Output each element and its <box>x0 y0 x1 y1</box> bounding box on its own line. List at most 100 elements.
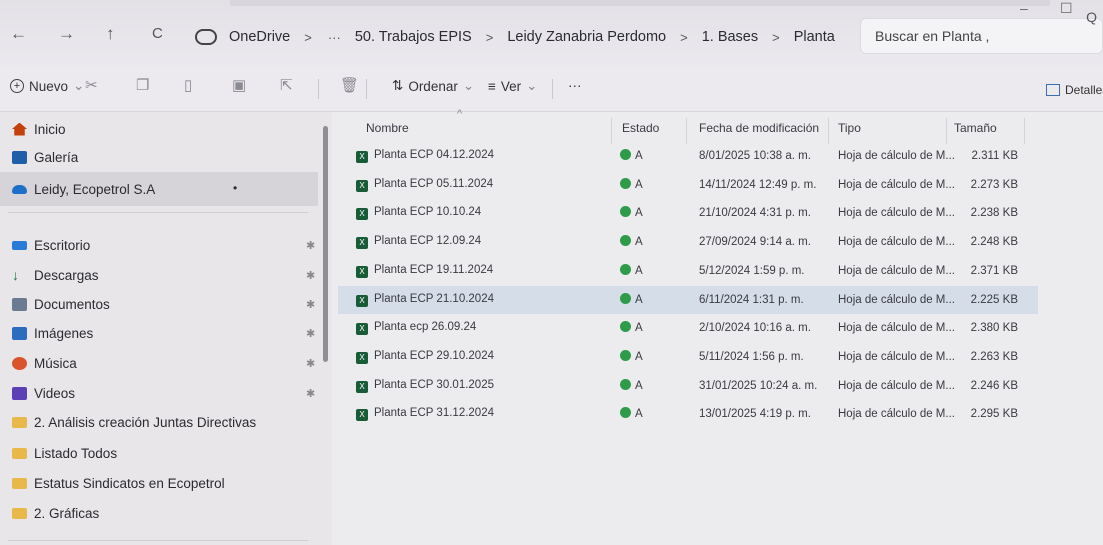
file-name-cell[interactable]: X Planta ecp 26.09.24 <box>356 321 476 335</box>
sidebar-folder-listado-todos[interactable]: Listado Todos <box>12 440 117 466</box>
chevron-down-icon: ⌄ <box>462 78 475 93</box>
table-row[interactable]: X Planta ECP 21.10.2024 A 6/11/2024 1:31 p.… <box>338 286 1038 314</box>
excel-file-icon: X <box>356 409 368 421</box>
sidebar-item-inicio[interactable]: Inicio <box>12 116 66 142</box>
forward-button[interactable]: → <box>58 24 75 44</box>
table-row[interactable]: X Planta ECP 19.11.2024 A 5/12/2024 1:59 p.… <box>338 257 1038 285</box>
sidebar-scrollbar[interactable] <box>323 126 328 362</box>
column-header-name[interactable]: Nombre <box>366 121 409 135</box>
file-name-cell[interactable]: X Planta ECP 19.11.2024 <box>356 264 493 278</box>
breadcrumb-separator[interactable]: > <box>764 30 788 45</box>
breadcrumb-separator[interactable]: > <box>296 30 320 45</box>
share-icon[interactable]: ⇱ <box>280 76 293 94</box>
excel-file-icon: X <box>356 151 368 163</box>
table-row[interactable]: X Planta ECP 05.11.2024 A 14/11/2024 12:49 … <box>338 171 1038 199</box>
paste-icon[interactable]: ▯ <box>184 76 192 94</box>
rename-icon[interactable]: ▣ <box>232 76 246 94</box>
column-header-modified[interactable]: Fecha de modificación <box>699 121 819 135</box>
back-button[interactable]: ← <box>10 24 27 44</box>
sort-button[interactable]: ⇅ Ordenar ⌄ <box>392 78 474 94</box>
excel-file-icon: X <box>356 266 368 278</box>
sidebar-item-escritorio[interactable]: Escritorio <box>12 232 90 258</box>
sidebar-item-imagenes[interactable]: Imágenes <box>12 320 93 346</box>
search-input[interactable]: Buscar en Planta , <box>860 18 1103 54</box>
file-name: Planta ECP 21.10.2024 <box>374 293 494 305</box>
sidebar-item-documentos[interactable]: Documentos <box>12 291 110 317</box>
column-header-size[interactable]: Tamaño <box>954 121 997 135</box>
file-name-cell[interactable]: X Planta ECP 04.12.2024 <box>356 149 494 163</box>
file-name-cell[interactable]: X Planta ECP 05.11.2024 <box>356 178 493 192</box>
sidebar-folder-analisis-juntas[interactable]: 2. Análisis creación Juntas Directivas <box>12 409 256 435</box>
pin-icon[interactable]: ✱ <box>306 298 315 311</box>
file-name-cell[interactable]: X Planta ECP 31.12.2024 <box>356 407 494 421</box>
new-button[interactable]: + Nuevo ⌄ <box>10 78 84 94</box>
breadcrumb-overflow-button[interactable]: ··· <box>320 30 349 45</box>
breadcrumb-separator[interactable]: > <box>672 30 696 45</box>
sidebar-item-galeria[interactable]: Galería <box>12 144 78 170</box>
window-titlebar <box>230 0 1050 6</box>
pin-icon[interactable]: ✱ <box>306 387 315 400</box>
file-name-cell[interactable]: X Planta ECP 21.10.2024 <box>356 293 494 307</box>
pin-icon[interactable]: ✱ <box>306 239 315 252</box>
copy-icon[interactable]: ❐ <box>136 76 149 94</box>
column-divider[interactable] <box>686 118 687 144</box>
column-divider[interactable] <box>946 118 947 144</box>
delete-icon[interactable]: 🗑 <box>340 76 359 94</box>
back-icon: ← <box>10 24 27 43</box>
sidebar-item-leidy-ecopetrol[interactable]: Leidy, Ecopetrol S.A <box>12 176 155 202</box>
breadcrumb-trabajos-epis[interactable]: 50. Trabajos EPIS <box>349 29 478 45</box>
cut-icon[interactable]: ✂ <box>85 76 98 94</box>
size-cell: 2.248 KB <box>970 236 1018 248</box>
breadcrumb-leidy[interactable]: Leidy Zanabria Perdomo <box>501 29 672 45</box>
table-row[interactable]: X Planta ecp 26.09.24 A 2/10/2024 10:16 a. … <box>338 314 1038 342</box>
file-name-cell[interactable]: X Planta ECP 29.10.2024 <box>356 350 494 364</box>
column-header-status[interactable]: Estado <box>622 121 659 135</box>
excel-file-icon: X <box>356 180 368 192</box>
size-cell: 2.311 KB <box>971 150 1018 162</box>
pin-icon[interactable]: ✱ <box>306 357 315 370</box>
sidebar-item-videos[interactable]: Videos <box>12 380 75 406</box>
table-row[interactable]: X Planta ECP 12.09.24 A 27/09/2024 9:14 a. … <box>338 228 1038 256</box>
more-options-button[interactable]: ··· <box>568 78 582 93</box>
breadcrumb-onedrive[interactable]: OneDrive <box>223 29 296 45</box>
file-name: Planta ecp 26.09.24 <box>374 321 477 333</box>
pin-icon[interactable]: ✱ <box>306 327 315 340</box>
file-name: Planta ECP 30.01.2025 <box>374 379 494 391</box>
sidebar-item-label: Imágenes <box>34 325 94 341</box>
search-icon[interactable]: Q <box>1086 9 1097 25</box>
refresh-button[interactable]: C <box>152 25 163 42</box>
sidebar-folder-estatus-sindicatos[interactable]: Estatus Sindicatos en Ecopetrol <box>12 470 225 496</box>
column-divider[interactable] <box>611 118 612 144</box>
size-cell: 2.273 KB <box>970 179 1018 191</box>
table-row[interactable]: X Planta ECP 10.10.24 A 21/10/2024 4:31 p. … <box>338 199 1038 227</box>
details-pane-icon <box>1046 84 1060 96</box>
details-button[interactable]: Detalles <box>1046 83 1103 97</box>
column-header-type[interactable]: Tipo <box>838 121 861 135</box>
sync-ok-icon <box>620 407 631 418</box>
column-divider[interactable] <box>828 118 829 144</box>
sidebar-item-musica[interactable]: Música <box>12 350 77 376</box>
sidebar-item-descargas[interactable]: ↓ Descargas <box>12 262 99 288</box>
size-cell: 2.380 KB <box>970 322 1018 334</box>
table-row[interactable]: X Planta ECP 04.12.2024 A 8/01/2025 10:38 a… <box>338 142 1038 170</box>
breadcrumb-planta[interactable]: Planta <box>788 29 841 45</box>
maximize-icon[interactable]: ☐ <box>1060 0 1073 17</box>
pin-icon[interactable]: ✱ <box>306 269 315 282</box>
table-row[interactable]: X Planta ECP 29.10.2024 A 5/11/2024 1:56 p.… <box>338 343 1038 371</box>
sync-ok-icon <box>620 350 631 361</box>
breadcrumb-bases[interactable]: 1. Bases <box>696 29 764 45</box>
file-name-cell[interactable]: X Planta ECP 12.09.24 <box>356 235 481 249</box>
breadcrumb-separator[interactable]: > <box>478 30 502 45</box>
table-row[interactable]: X Planta ECP 31.12.2024 A 13/01/2025 4:19 p… <box>338 400 1038 428</box>
column-divider[interactable] <box>1024 118 1025 144</box>
up-button[interactable]: ↑ <box>106 24 115 44</box>
type-cell: Hoja de cálculo de M... <box>838 380 955 392</box>
table-row[interactable]: X Planta ECP 30.01.2025 A 31/01/2025 10:24 … <box>338 372 1038 400</box>
status-cell: A <box>620 293 643 306</box>
file-name-cell[interactable]: X Planta ECP 10.10.24 <box>356 206 481 220</box>
status-cell: A <box>620 407 643 420</box>
file-name-cell[interactable]: X Planta ECP 30.01.2025 <box>356 379 494 393</box>
view-button[interactable]: ≡ Ver ⌄ <box>488 78 537 94</box>
minimize-icon[interactable]: – <box>1020 0 1028 16</box>
sidebar-folder-graficas[interactable]: 2. Gráficas <box>12 500 99 526</box>
